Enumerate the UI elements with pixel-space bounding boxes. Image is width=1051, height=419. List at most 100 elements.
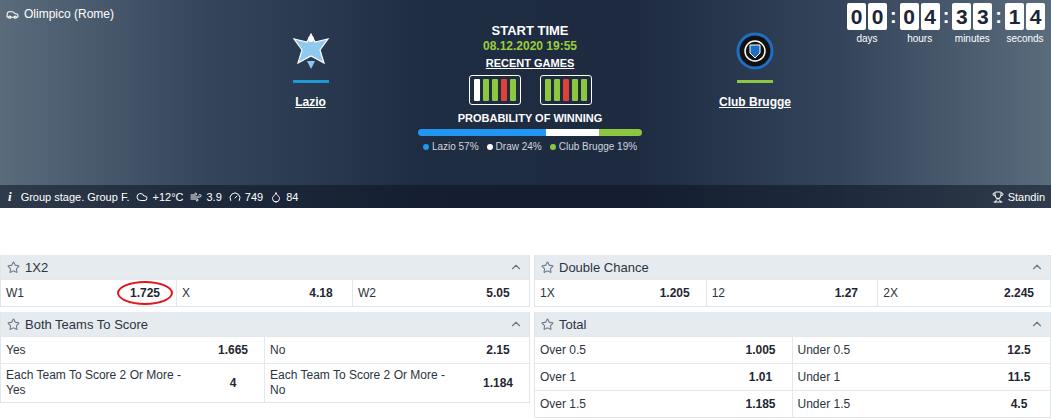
outcome-cell[interactable]: Each Team To Score 2 Or More - Yes4 [1,364,265,402]
odds-button[interactable]: 12.5 [988,337,1050,363]
start-time: 08.12.2020 19:55 [483,39,577,53]
countdown-digit: 4 [1026,3,1045,30]
form-bar [483,79,489,101]
odds-button[interactable]: 1.725 [114,280,176,306]
star-icon[interactable] [541,318,554,331]
star-icon[interactable] [541,261,554,274]
outcome-label: Each Team To Score 2 Or More - No [270,364,467,402]
outcome-label: X [182,282,290,305]
odds-button[interactable]: 1.27 [815,280,877,306]
outcome-cell[interactable]: Under 0.512.5 [793,337,1051,363]
countdown-digit: 1 [1005,3,1024,30]
legend-label: Draw 24% [496,141,542,152]
odds-button[interactable]: 1.205 [644,280,706,306]
outcome-cell[interactable]: Over 11.01 [535,364,793,390]
odds-button[interactable]: 4.18 [290,280,352,306]
form-bar [474,79,480,101]
outcome-cell[interactable]: Over 1.51.185 [535,391,793,417]
outcome-label: Over 1.5 [540,393,730,416]
market-header[interactable]: Both Teams To Score [1,312,529,336]
outcome-cell[interactable]: Yes1.665 [1,337,265,363]
odds-button[interactable]: 2.245 [988,280,1050,306]
outcome-cell[interactable]: W11.725 [1,280,177,306]
odds-button[interactable]: 1.005 [730,337,792,363]
legend-item: Lazio 57% [423,141,479,152]
odds-button[interactable]: 1.665 [202,337,264,363]
odds-button[interactable]: 1.185 [730,391,792,417]
outcome-label: W2 [358,282,467,305]
standings-link[interactable]: Standin [992,191,1045,203]
outcome-cell[interactable]: Over 0.51.005 [535,337,793,363]
info-icon[interactable]: i [8,189,12,205]
wind: 3.9 [190,191,221,203]
collapse-icon[interactable] [1030,260,1044,274]
countdown-unit: 14 seconds [1005,3,1045,44]
match-hero: Olimpico (Rome) Lazio START TIME08.12.2020… [0,0,1051,208]
countdown-unit-label: seconds [1006,33,1043,44]
outcome-label: Under 1.5 [798,393,989,416]
home-team-name[interactable]: Lazio [295,95,326,109]
start-label: START TIME [491,23,568,38]
legend-label: Club Brugge 19% [559,141,637,152]
markets-left: 1X2W11.725X4.18W25.05Both Teams To Score… [0,255,530,418]
home-team: Lazio [233,0,388,185]
outcome-cell[interactable]: Under 1.54.5 [793,391,1051,417]
odds-button[interactable]: 4.5 [988,391,1050,417]
collapse-icon[interactable] [1030,317,1044,331]
market-header[interactable]: Double Chance [535,255,1050,279]
form-bar [545,79,551,101]
odds-button[interactable]: 4 [202,364,264,402]
outcome-cell[interactable]: Under 111.5 [793,364,1051,390]
cloud-icon [136,191,148,203]
outcome-cell[interactable]: 121.27 [707,280,879,306]
market-header[interactable]: Total [535,312,1050,336]
temperature: +12°C [136,191,183,203]
collapse-icon[interactable] [509,260,523,274]
away-team-name[interactable]: Club Brugge [719,95,791,109]
stage: Group stage. Group F. [21,191,130,203]
countdown-digit: 0 [868,3,887,30]
market-row: Each Team To Score 2 Or More - Yes4Each … [1,363,529,402]
odds-button[interactable]: 5.05 [467,280,529,306]
humidity: 84 [270,191,298,203]
outcome-cell[interactable]: X4.18 [177,280,353,306]
outcome-cell[interactable]: No2.15 [265,337,529,363]
gauge-icon [229,191,241,203]
recent-games-link[interactable]: RECENT GAMES [486,57,575,70]
home-form[interactable] [469,75,521,105]
countdown-digits: 00 [847,3,887,30]
outcome-label: Yes [6,339,202,362]
market-header[interactable]: 1X2 [1,255,529,279]
probability-segment [546,129,600,136]
away-form[interactable] [540,75,592,105]
market-panel: Both Teams To ScoreYes1.665No2.15Each Te… [0,312,530,403]
outcome-cell[interactable]: 2X2.245 [878,280,1050,306]
odds-button[interactable]: 2.15 [467,337,529,363]
probability-segment [418,129,546,136]
venue-name: Olimpico (Rome) [24,7,114,21]
odds-button[interactable]: 1.01 [730,364,792,390]
countdown: 00days:04hours:33minutes:14seconds [838,0,1051,185]
outcome-cell[interactable]: Each Team To Score 2 Or More - No1.184 [265,364,529,402]
collapse-icon[interactable] [509,317,523,331]
outcome-cell[interactable]: W25.05 [353,280,529,306]
market-title: Double Chance [559,260,1025,275]
hero-main: Olimpico (Rome) Lazio START TIME08.12.2020… [0,0,1051,185]
odds-button[interactable]: 1.184 [467,364,529,402]
legend-item: Club Brugge 19% [550,141,637,152]
star-icon[interactable] [7,318,20,331]
form-bar [554,79,560,101]
outcome-cell[interactable]: 1X1.205 [535,280,707,306]
odds-button[interactable]: 11.5 [988,364,1050,390]
away-team-line [737,80,773,83]
star-icon[interactable] [7,261,20,274]
outcome-label: Under 0.5 [798,339,989,362]
legend-dot [487,144,493,150]
form-bar [492,79,498,101]
countdown-digit: 0 [847,3,866,30]
outcome-label: Each Team To Score 2 Or More - Yes [6,364,202,402]
countdown-separator: : [940,3,953,30]
market-title: Both Teams To Score [25,317,504,332]
match-info-strip: iGroup stage. Group F.+12°C3.974984Stand… [0,185,1051,208]
countdown-digits: 33 [952,3,992,30]
